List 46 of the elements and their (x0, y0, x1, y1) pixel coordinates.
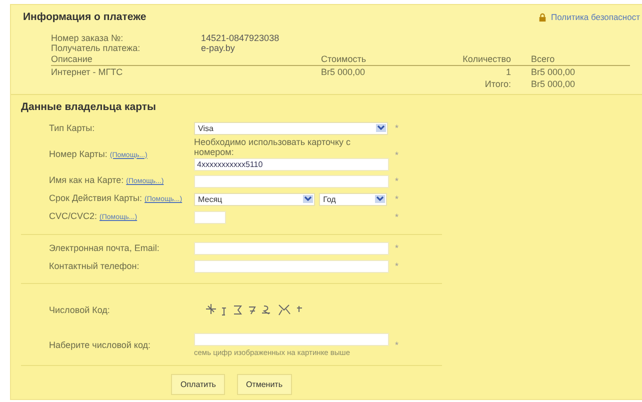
select-field[interactable]: Год (319, 192, 387, 206)
input-field[interactable]: 4xxxxxxxxxxx5110 (194, 158, 389, 171)
detail-label: Номер заказа №: (51, 33, 124, 43)
form-button[interactable]: Оплатить (171, 374, 225, 395)
table-cell-text: 1 (504, 66, 512, 78)
column-header: Количество (462, 53, 512, 65)
field-label: Числовой Код: (48, 305, 111, 315)
total-value: Br5 000,00 (531, 78, 576, 90)
required-mark: * (395, 194, 399, 204)
input-field[interactable] (194, 174, 389, 188)
input-field[interactable] (194, 260, 389, 272)
dropdown-arrow-icon[interactable] (375, 195, 385, 203)
section-title: Информация о платеже (23, 11, 146, 23)
input-field[interactable] (194, 333, 389, 346)
detail-value: e-pay.by (201, 43, 236, 53)
field-label: Контактный телефон: (48, 261, 140, 271)
policy-link[interactable]: Политика безопасност (538, 12, 640, 22)
section-title: Данные владельца карты (21, 101, 158, 113)
column-header: Описание (51, 53, 94, 65)
dropdown-arrow-icon[interactable] (303, 195, 314, 203)
form-button[interactable]: Отменить (236, 374, 292, 395)
column-header: Всего (531, 53, 556, 65)
dropdown-arrow-icon[interactable] (376, 124, 386, 132)
required-mark: * (395, 150, 399, 160)
total-label: Итого: (484, 78, 512, 90)
field-note: Необходимо использовать карточку с номером: (194, 137, 352, 157)
required-mark: * (395, 261, 399, 271)
required-mark: * (395, 123, 399, 133)
lock-icon (538, 12, 548, 22)
field-label: Наберите числовой код: (48, 340, 152, 350)
select-field[interactable]: Месяц (194, 192, 316, 206)
select-field[interactable]: Visa (194, 122, 388, 134)
required-mark: * (395, 212, 399, 222)
table-cell-text: Br5 000,00 (321, 66, 366, 78)
input-field[interactable] (194, 210, 226, 224)
table-cell-text: Интернет - МГТС (51, 66, 124, 78)
field-label: Тип Карты: (48, 123, 96, 133)
required-mark: * (395, 340, 399, 350)
required-mark: * (395, 243, 399, 253)
detail-label: Получатель платежа: (51, 43, 142, 53)
table-cell-text: Br5 000,00 (531, 66, 576, 78)
column-header: Стоимость (321, 53, 368, 65)
field-label: Электронная почта, Email: (48, 243, 160, 253)
input-field[interactable] (194, 242, 389, 254)
required-mark: * (395, 176, 399, 186)
detail-value: 14521-0847923038 (201, 33, 280, 43)
